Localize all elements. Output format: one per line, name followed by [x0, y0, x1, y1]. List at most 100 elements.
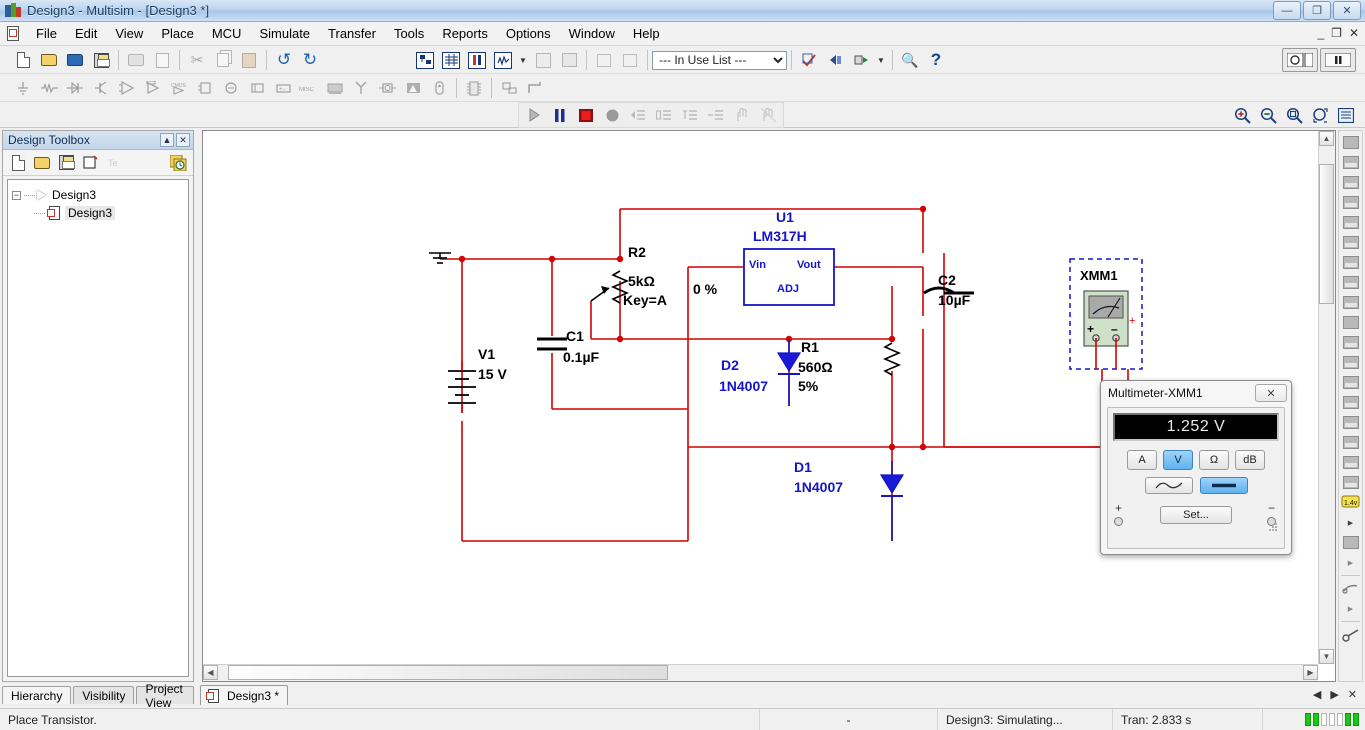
- scroll-right-button[interactable]: ▶: [1303, 665, 1318, 680]
- resume-hand-button[interactable]: [756, 103, 780, 127]
- canvas-horizontal-scrollbar[interactable]: ◀ ▶: [203, 664, 1318, 681]
- open-design-icon[interactable]: [31, 152, 53, 174]
- pause-simulation-button[interactable]: [548, 103, 572, 127]
- mdi-minimize-button[interactable]: _: [1315, 26, 1326, 40]
- agilent-oscilloscope-rail-icon[interactable]: [1340, 453, 1361, 472]
- new-file-icon[interactable]: [11, 48, 35, 72]
- tree-node-design3-root[interactable]: − Design3: [12, 186, 184, 204]
- place-ttl-icon[interactable]: [141, 76, 165, 100]
- network-analyzer-rail-icon[interactable]: [1340, 393, 1361, 412]
- forward-annotate-icon[interactable]: [618, 48, 642, 72]
- print-icon[interactable]: [124, 48, 148, 72]
- scroll-down-button[interactable]: ▼: [1319, 649, 1334, 664]
- iv-analyzer-rail-icon[interactable]: [1340, 333, 1361, 352]
- step-into-button[interactable]: [626, 103, 650, 127]
- postprocessor-icon[interactable]: [531, 48, 555, 72]
- menu-mcu[interactable]: MCU: [203, 23, 251, 44]
- grapher-icon[interactable]: [491, 48, 515, 72]
- place-source-icon[interactable]: [11, 76, 35, 100]
- spectrum-analyzer-rail-icon[interactable]: [1340, 373, 1361, 392]
- mdi-restore-button[interactable]: ❐: [1329, 26, 1344, 40]
- menu-place[interactable]: Place: [152, 23, 203, 44]
- menu-simulate[interactable]: Simulate: [250, 23, 319, 44]
- copy-icon[interactable]: [211, 48, 235, 72]
- next-sheet-icon[interactable]: [849, 48, 873, 72]
- erc-check-icon[interactable]: [797, 48, 821, 72]
- agilent-multimeter-rail-icon[interactable]: [1340, 433, 1361, 452]
- canvas-vertical-scrollbar[interactable]: ▲ ▼: [1318, 131, 1335, 664]
- open-file-icon[interactable]: [37, 48, 61, 72]
- labview-instruments-dropdown-icon[interactable]: ▶: [1340, 553, 1361, 572]
- multimeter-resize-grip[interactable]: [1269, 523, 1277, 531]
- stop-simulation-button[interactable]: [574, 103, 598, 127]
- current-clamp-rail-icon[interactable]: [1340, 579, 1361, 598]
- run-to-cursor-button[interactable]: [704, 103, 728, 127]
- tektronix-oscilloscope-rail-icon[interactable]: [1340, 473, 1361, 492]
- multimeter-dialog[interactable]: Multimeter-XMM1 ✕ 1.252 V A V Ω dB +: [1100, 380, 1292, 555]
- wattmeter-rail-icon[interactable]: [1340, 173, 1361, 192]
- window-minimize-button[interactable]: —: [1273, 1, 1301, 20]
- window-restore-button[interactable]: ❐: [1303, 1, 1331, 20]
- mdi-close-button[interactable]: ✕: [1347, 26, 1361, 40]
- new-design-icon[interactable]: [7, 152, 29, 174]
- multimeter-rail-icon[interactable]: [1340, 133, 1361, 152]
- zoom-out-icon[interactable]: [1256, 103, 1280, 127]
- place-hierarchical-block-icon[interactable]: [497, 76, 521, 100]
- document-tab-next-button[interactable]: ▶: [1327, 688, 1341, 701]
- place-mcu-module-icon[interactable]: [462, 76, 486, 100]
- tab-hierarchy[interactable]: Hierarchy: [2, 686, 71, 704]
- place-electromechanical-icon[interactable]: [375, 76, 399, 100]
- multimeter-set-button[interactable]: Set...: [1160, 506, 1232, 524]
- ohmmeter-mode-button[interactable]: Ω: [1199, 450, 1229, 470]
- menu-transfer[interactable]: Transfer: [319, 23, 385, 44]
- place-indicator-icon[interactable]: [245, 76, 269, 100]
- bode-plotter-rail-icon[interactable]: [1340, 233, 1361, 252]
- multimeter-positive-jack[interactable]: [1114, 517, 1123, 526]
- undo-icon[interactable]: ↺: [272, 48, 296, 72]
- ni-instruments-rail-icon[interactable]: [1340, 625, 1361, 644]
- zoom-area-icon[interactable]: [1282, 103, 1306, 127]
- four-channel-oscilloscope-rail-icon[interactable]: [1340, 213, 1361, 232]
- agilent-function-generator-rail-icon[interactable]: [1340, 413, 1361, 432]
- project-history-icon[interactable]: [167, 152, 189, 174]
- scroll-up-button[interactable]: ▲: [1319, 131, 1334, 146]
- logic-analyzer-rail-icon[interactable]: [1340, 313, 1361, 332]
- schematic-view-icon[interactable]: [413, 48, 437, 72]
- menu-edit[interactable]: Edit: [66, 23, 106, 44]
- word-generator-rail-icon[interactable]: [1340, 273, 1361, 292]
- netlist-icon[interactable]: [557, 48, 581, 72]
- document-tab-design3[interactable]: Design3 *: [200, 685, 288, 705]
- pause-hand-button[interactable]: [730, 103, 754, 127]
- grid-view-icon[interactable]: [439, 48, 463, 72]
- zoom-in-icon[interactable]: [1230, 103, 1254, 127]
- run-simulation-button[interactable]: [522, 103, 546, 127]
- simulation-pause-switch-icon[interactable]: [1320, 48, 1356, 72]
- step-out-button[interactable]: [678, 103, 702, 127]
- menu-view[interactable]: View: [106, 23, 152, 44]
- next-sheet-dropdown-arrow-icon[interactable]: ▼: [875, 48, 887, 72]
- place-transistor-icon[interactable]: [89, 76, 113, 100]
- menu-file[interactable]: File: [27, 23, 66, 44]
- place-analog-icon[interactable]: [115, 76, 139, 100]
- new-sheet-icon[interactable]: [79, 152, 101, 174]
- vertical-scroll-thumb[interactable]: [1319, 164, 1334, 304]
- place-misc-digital-icon[interactable]: [193, 76, 217, 100]
- place-basic-icon[interactable]: [37, 76, 61, 100]
- document-tab-close-button[interactable]: ✕: [1345, 688, 1360, 701]
- menu-help[interactable]: Help: [624, 23, 669, 44]
- zoom-fit-icon[interactable]: [1308, 103, 1332, 127]
- zoom-selection-icon[interactable]: [1334, 103, 1358, 127]
- paste-icon[interactable]: [237, 48, 261, 72]
- grapher-dropdown-arrow-icon[interactable]: ▼: [517, 48, 529, 72]
- redo-icon[interactable]: ↻: [298, 48, 322, 72]
- logic-converter-rail-icon[interactable]: [1340, 293, 1361, 312]
- frequency-counter-rail-icon[interactable]: [1340, 253, 1361, 272]
- in-use-list-dropdown[interactable]: --- In Use List ---: [652, 51, 787, 70]
- measurement-probe-dropdown-icon[interactable]: ▶: [1340, 513, 1361, 532]
- oscilloscope-rail-icon[interactable]: [1340, 193, 1361, 212]
- place-cmos-icon[interactable]: CMOS: [167, 76, 191, 100]
- function-generator-rail-icon[interactable]: [1340, 153, 1361, 172]
- place-connectors-icon[interactable]: [427, 76, 451, 100]
- design-toolbox-collapse-button[interactable]: ▲: [160, 133, 174, 147]
- place-bus-icon[interactable]: [523, 76, 547, 100]
